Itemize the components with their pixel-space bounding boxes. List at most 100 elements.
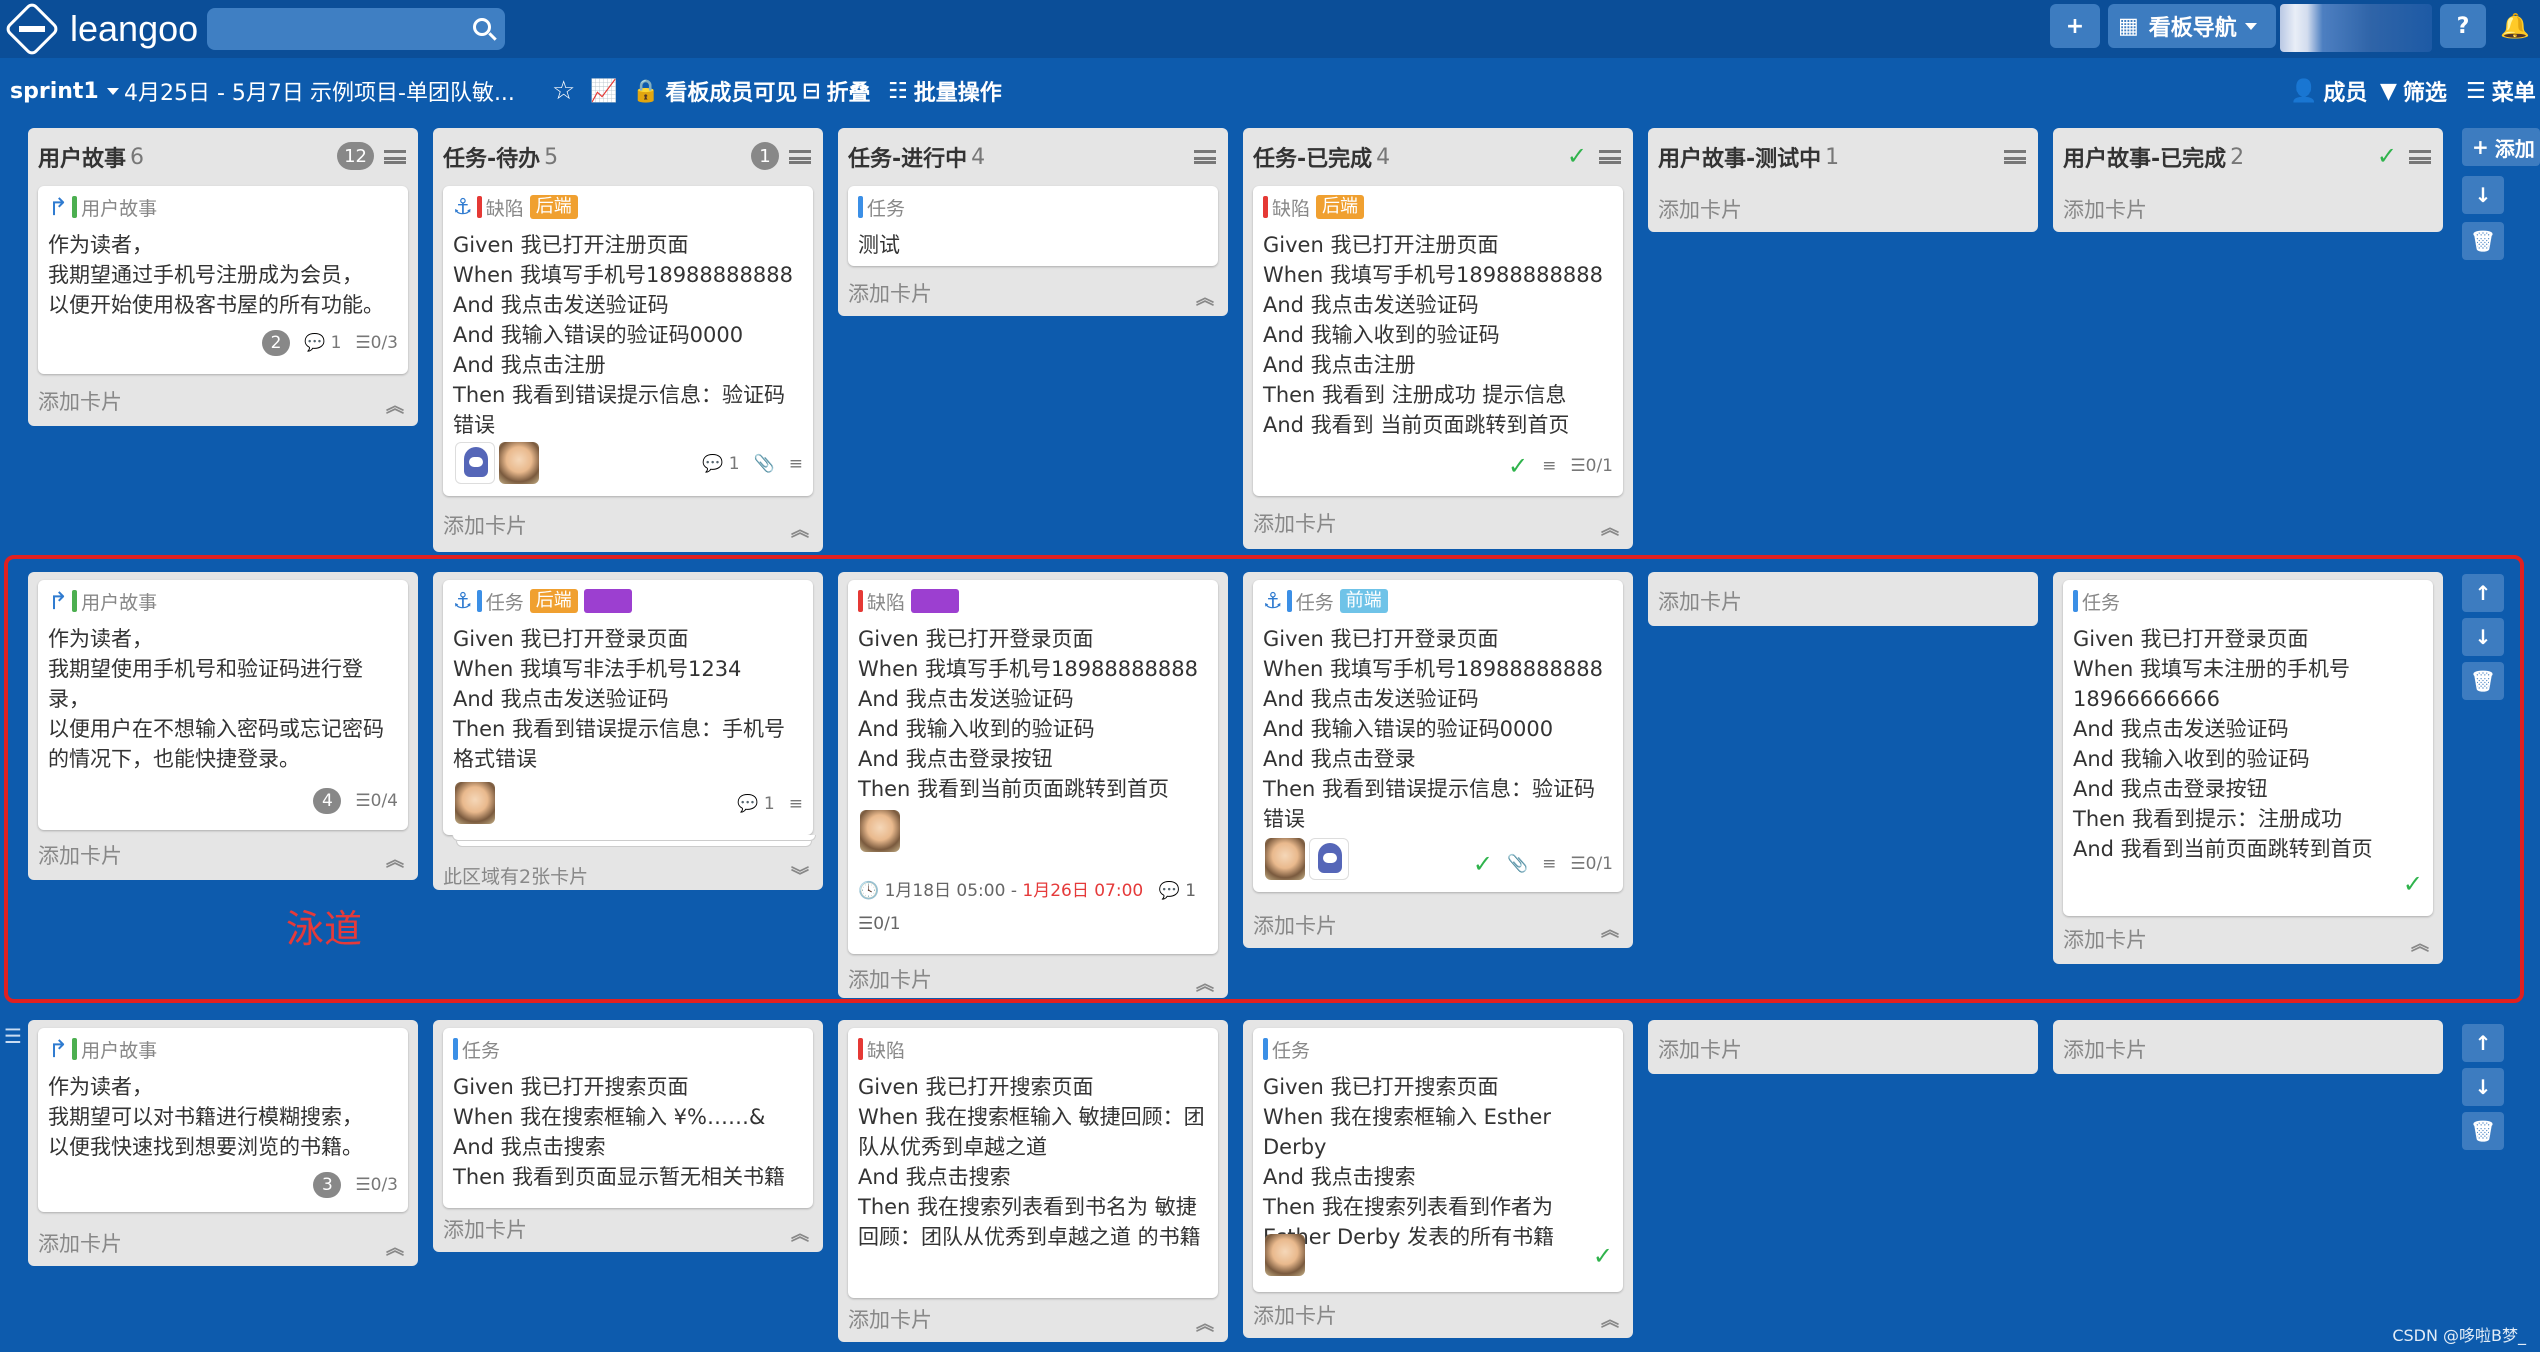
add-card-button[interactable]: 添加卡片 bbox=[1658, 586, 1742, 616]
star-icon[interactable]: ☆ bbox=[552, 68, 575, 114]
move-down-button[interactable]: ↓ bbox=[2462, 1068, 2504, 1106]
column-menu-icon[interactable] bbox=[384, 150, 406, 164]
delete-button[interactable]: 🗑 bbox=[2462, 1112, 2504, 1150]
add-card-button[interactable]: 添加卡片 bbox=[1658, 194, 1742, 224]
cell: 缺陷 Given 我已打开登录页面 When 我填写手机号18988888888… bbox=[838, 572, 1228, 998]
label-backend: 后端 bbox=[529, 589, 578, 613]
collapse-icon[interactable]: ︽ bbox=[791, 516, 809, 542]
clock-icon: 🕓 bbox=[858, 881, 885, 901]
task-card[interactable]: ⚓ 任务 前端 Given 我已打开登录页面 When 我填写手机号18988888… bbox=[1253, 580, 1623, 892]
column-header-stories[interactable]: 用户故事 6 12 bbox=[28, 128, 418, 186]
chart-icon[interactable]: 📈 bbox=[590, 68, 617, 114]
add-card-button[interactable]: 添加卡片 bbox=[848, 1304, 932, 1334]
task-card[interactable]: 任务 Given 我已打开登录页面 When 我填写未注册的手机号1896666… bbox=[2063, 580, 2433, 916]
add-card-button[interactable]: 添加卡片 bbox=[2063, 194, 2147, 224]
search-input[interactable] bbox=[207, 8, 505, 50]
add-card-button[interactable]: 添加卡片 bbox=[38, 386, 122, 416]
delete-button[interactable]: 🗑 bbox=[2462, 222, 2504, 260]
expand-icon[interactable]: ︾ bbox=[791, 862, 809, 888]
move-down-button[interactable]: ↓ bbox=[2462, 176, 2504, 214]
add-card-button[interactable]: 添加卡片 bbox=[1658, 1034, 1742, 1064]
add-card-button[interactable]: 添加卡片 bbox=[1253, 910, 1337, 940]
collapse-icon[interactable]: ︽ bbox=[1601, 1306, 1619, 1332]
filter-button[interactable]: ▼ 筛选 bbox=[2380, 68, 2447, 114]
collapse-icon[interactable]: ︽ bbox=[2411, 930, 2429, 956]
collapse-icon[interactable]: ︽ bbox=[386, 846, 404, 872]
column-menu-icon[interactable] bbox=[2004, 150, 2026, 164]
column-menu-icon[interactable] bbox=[789, 150, 811, 164]
collapse-icon[interactable]: ︽ bbox=[1196, 284, 1214, 310]
add-card-button[interactable]: 添加卡片 bbox=[848, 278, 932, 308]
bell-icon[interactable]: 🔔 bbox=[2492, 4, 2538, 48]
bug-card[interactable]: 缺陷 Given 我已打开搜索页面 When 我在搜索框输入 敏捷回顾：团队从优… bbox=[848, 1028, 1218, 1298]
visibility-button[interactable]: 🔒 看板成员可见 bbox=[632, 68, 797, 114]
add-card-button[interactable]: 添加卡片 bbox=[2063, 1034, 2147, 1064]
add-card-button[interactable]: 添加卡片 bbox=[38, 1228, 122, 1258]
add-card-button[interactable]: 添加卡片 bbox=[38, 840, 122, 870]
add-card-button[interactable]: 添加卡片 bbox=[2063, 924, 2147, 954]
members-button[interactable]: 👤 成员 bbox=[2290, 68, 2367, 114]
task-card[interactable]: 任务 Given 我已打开搜索页面 When 我在搜索框输入 Esther De… bbox=[1253, 1028, 1623, 1292]
add-card-button[interactable]: 添加卡片 bbox=[1253, 1300, 1337, 1330]
story-card[interactable]: ↱ 用户故事 作为读者， 我期望使用手机号和验证码进行登录， 以便用户在不想输入密… bbox=[38, 580, 408, 830]
collapse-icon[interactable]: ︽ bbox=[386, 1234, 404, 1260]
column-header-done[interactable]: 任务-已完成 4 ✓ bbox=[1243, 128, 1633, 186]
avatar[interactable] bbox=[860, 810, 900, 852]
add-card-button[interactable]: 添加卡片 bbox=[443, 1214, 527, 1244]
filter-icon: ▼ bbox=[2380, 78, 2397, 104]
add-card-button[interactable]: 添加卡片 bbox=[848, 964, 932, 994]
project-name[interactable]: 示例项目-单团队敏... bbox=[310, 68, 515, 114]
delete-button[interactable]: 🗑 bbox=[2462, 662, 2504, 700]
add-button[interactable]: + bbox=[2050, 4, 2100, 48]
move-up-button[interactable]: ↑ bbox=[2462, 1024, 2504, 1062]
board-nav-button[interactable]: ▦ 看板导航 bbox=[2108, 4, 2276, 48]
batch-button[interactable]: ☷ 批量操作 bbox=[888, 68, 1002, 114]
help-button[interactable]: ? bbox=[2440, 4, 2486, 48]
card-footer: ✓ 📎 ≡ ☰0/1 bbox=[1263, 850, 1613, 878]
card-text: Given 我已打开注册页面 When 我填写手机号18988888888 An… bbox=[1263, 233, 1603, 437]
anchor-icon: ⚓ bbox=[1263, 588, 1283, 614]
check-icon: ✓ bbox=[2402, 870, 2423, 898]
collapsed-cards-note[interactable]: 此区域有2张卡片 bbox=[443, 862, 588, 889]
sprint-selector[interactable]: sprint1 bbox=[10, 68, 119, 114]
logo[interactable]: leangoo bbox=[3, 0, 198, 58]
column-menu-icon[interactable] bbox=[1194, 150, 1216, 164]
fold-button[interactable]: ⊟ 折叠 bbox=[802, 68, 870, 114]
user-avatar[interactable] bbox=[2280, 4, 2432, 52]
add-card-button[interactable]: 添加卡片 bbox=[1253, 508, 1337, 538]
story-card[interactable]: ↱ 用户故事 作为读者， 我期望通过手机号注册成为会员， 以便开始使用极客书屋的所… bbox=[38, 186, 408, 374]
lane-drag-handle[interactable]: ☰ bbox=[4, 1024, 22, 1048]
collapse-icon[interactable]: ︽ bbox=[386, 392, 404, 418]
column-header-doing[interactable]: 任务-进行中 4 bbox=[838, 128, 1228, 186]
due-date[interactable]: 🕓 1月18日 05:00 - 1月26日 07:00 💬 1 bbox=[858, 876, 1196, 901]
column-header-todo[interactable]: 任务-待办 5 1 bbox=[433, 128, 823, 186]
collapse-icon[interactable]: ︽ bbox=[791, 1220, 809, 1246]
user-icon: 👤 bbox=[2290, 78, 2318, 104]
task-card[interactable]: 任务 Given 我已打开搜索页面 When 我在搜索框输入 ¥%……& And… bbox=[443, 1028, 813, 1208]
column-menu-icon[interactable] bbox=[1599, 150, 1621, 164]
attachment-icon: 📎 bbox=[1506, 854, 1529, 874]
story-card[interactable]: ↱ 用户故事 作为读者， 我期望可以对书籍进行模糊搜索， 以便我快速找到想要浏览的… bbox=[38, 1028, 408, 1212]
move-up-button[interactable]: ↑ bbox=[2462, 574, 2504, 612]
description-icon: ≡ bbox=[788, 794, 803, 814]
add-card-button[interactable]: 添加卡片 bbox=[443, 510, 527, 540]
move-down-button[interactable]: ↓ bbox=[2462, 618, 2504, 656]
comment-icon: 💬 1 bbox=[303, 333, 342, 353]
collapse-icon[interactable]: ︽ bbox=[1196, 970, 1214, 996]
bug-card[interactable]: ⚓ 缺陷 后端 Given 我已打开注册页面 When 我填写手机号18988888… bbox=[443, 186, 813, 496]
column-menu-icon[interactable] bbox=[2409, 150, 2431, 164]
task-card[interactable]: 任务 测试 bbox=[848, 186, 1218, 266]
task-card[interactable]: ⚓ 任务 后端 Given 我已打开登录页面 When 我填写非法手机号1234 A… bbox=[443, 580, 813, 835]
card-footer: 💬 1 ≡ bbox=[453, 794, 803, 814]
menu-button[interactable]: ☰ 菜单 bbox=[2466, 68, 2536, 114]
collapse-icon[interactable]: ︽ bbox=[1196, 1310, 1214, 1336]
collapse-icon[interactable]: ︽ bbox=[1601, 916, 1619, 942]
collapse-icon[interactable]: ︽ bbox=[1601, 514, 1619, 540]
column-header-testing[interactable]: 用户故事-测试中 1 bbox=[1648, 128, 2038, 186]
bug-card[interactable]: 缺陷 后端 Given 我已打开注册页面 When 我填写手机号189888888… bbox=[1253, 186, 1623, 496]
column-header-story-done[interactable]: 用户故事-已完成 2 ✓ bbox=[2053, 128, 2443, 186]
check-icon: ✓ bbox=[1592, 1242, 1613, 1270]
add-list-button[interactable]: + 添加 bbox=[2462, 128, 2540, 166]
sprint-dates: 4月25日 - 5月7日 bbox=[124, 81, 304, 106]
bug-card[interactable]: 缺陷 Given 我已打开登录页面 When 我填写手机号18988888888… bbox=[848, 580, 1218, 954]
